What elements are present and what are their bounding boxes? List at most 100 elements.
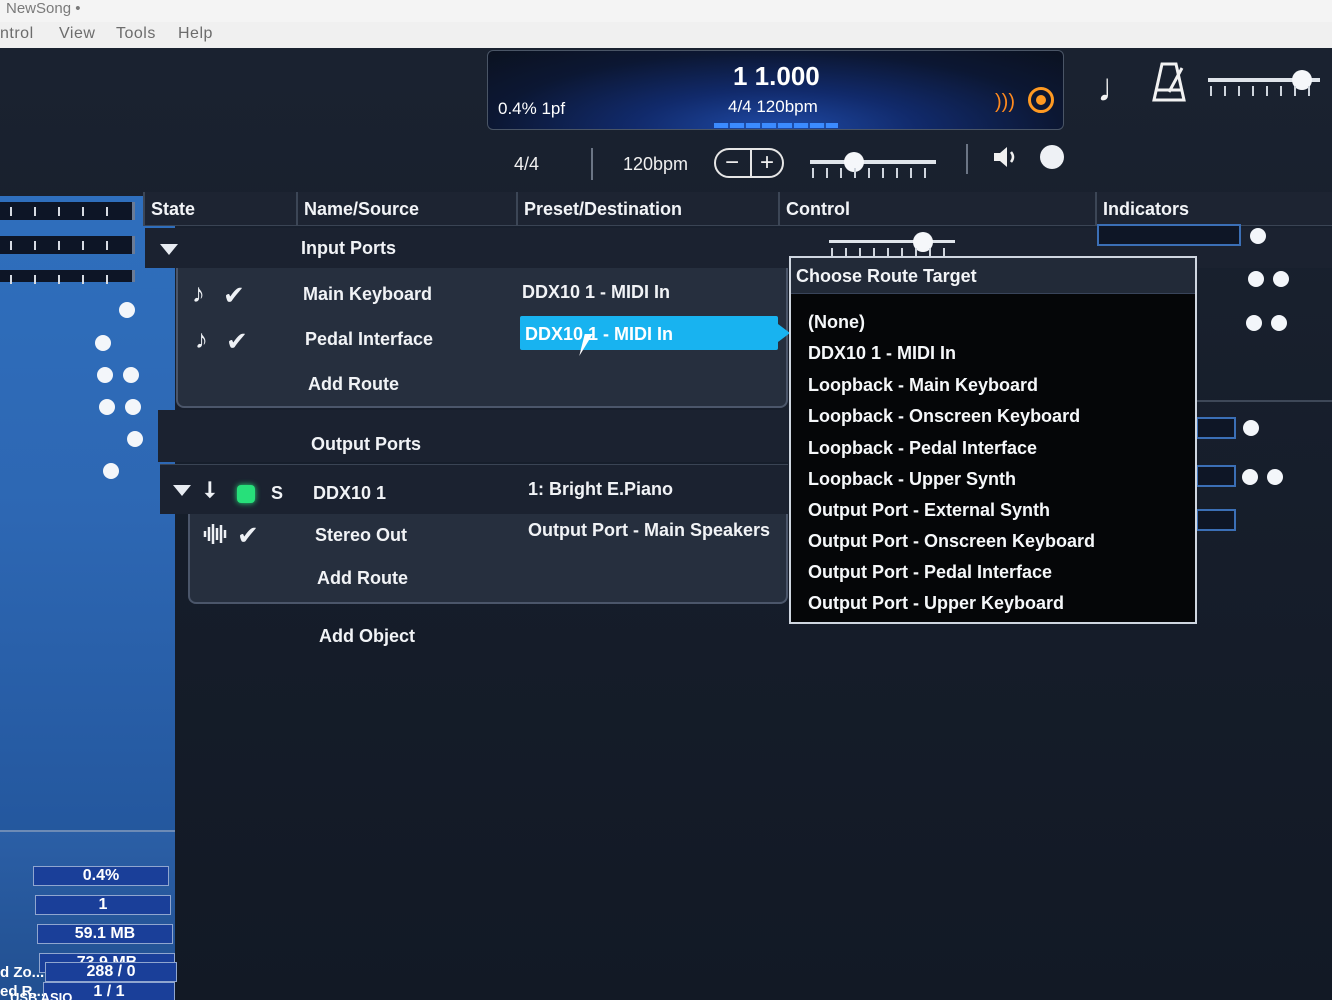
master-volume-slider[interactable] [1208, 70, 1320, 90]
note-icon[interactable]: ♩ [1097, 66, 1137, 111]
header-state[interactable]: State [143, 192, 296, 226]
output-ports-section[interactable]: Output Ports [158, 410, 788, 462]
indicator-dot [1248, 271, 1264, 287]
indicator-dot [1246, 315, 1262, 331]
header-indicators[interactable]: Indicators [1095, 192, 1332, 226]
input-ports-label: Input Ports [301, 238, 396, 258]
level-meter [0, 202, 135, 220]
popup-option-output-external-synth[interactable]: Output Port - External Synth [808, 500, 1050, 521]
device-label: USB ASIO [10, 990, 73, 1000]
separator [966, 144, 968, 174]
stat-zones: 288 / 0 [45, 962, 177, 982]
speaker-icon-shape [994, 147, 1015, 167]
collapse-caret-icon[interactable] [160, 244, 178, 255]
enabled-check-icon[interactable]: ✔ [237, 520, 259, 551]
left-panel: 0.4% 1 59.1 MB 73.9 MB ed R... 1 / 1 [0, 196, 175, 1000]
popup-option-loopback-upper-synth[interactable]: Loopback - Upper Synth [808, 469, 1016, 490]
header-preset-destination[interactable]: Preset/Destination [516, 192, 778, 226]
song-position: 1 1.000 [733, 61, 820, 91]
popup-option-ddx10-midi-in[interactable]: DDX10 1 - MIDI In [808, 343, 956, 364]
active-indicator-icon[interactable] [237, 485, 255, 503]
pan-dial[interactable] [1040, 145, 1064, 169]
audio-waveform-icon [203, 522, 229, 552]
add-route-input-button[interactable]: Add Route [308, 374, 399, 395]
enabled-check-icon[interactable]: ✔ [223, 280, 245, 311]
expand-caret-icon[interactable] [173, 485, 191, 496]
tempo-slider-ticks [812, 168, 934, 178]
route-source-stereo-out[interactable]: Stereo Out [315, 525, 407, 546]
tempo-stepper[interactable]: − + [714, 148, 784, 178]
indicator-dot [123, 367, 139, 383]
indicator-dot [1243, 420, 1259, 436]
app-body: 1 1.000 0.4% 1pf 4/4 120bpm ))) ♩ 4/4 12… [0, 48, 1332, 1000]
midi-note-icon: ♪ [195, 324, 208, 354]
route-dest-pedal-interface[interactable]: DDX10 1 - MIDI In [525, 324, 673, 345]
speaker-icon[interactable] [992, 144, 1020, 177]
indicator-dot [1271, 315, 1287, 331]
object-name[interactable]: DDX10 1 [313, 483, 386, 504]
popup-option-output-upper-keyboard[interactable]: Output Port - Upper Keyboard [808, 593, 1064, 614]
object-preset[interactable]: 1: Bright E.Piano [528, 479, 673, 500]
add-object-button[interactable]: Add Object [319, 626, 415, 647]
beat-progress-bar [714, 123, 838, 128]
tempo-decrease-button[interactable]: − [725, 150, 739, 176]
output-ports-label: Output Ports [311, 434, 421, 454]
popup-option-output-onscreen-keyboard[interactable]: Output Port - Onscreen Keyboard [808, 531, 1095, 552]
popup-option-output-pedal-interface[interactable]: Output Port - Pedal Interface [808, 562, 1052, 583]
menu-bar: ntrol View Tools Help [0, 22, 1332, 48]
title-bar: NewSong • [0, 0, 1332, 22]
stat-memory-1: 59.1 MB [37, 924, 173, 944]
indicator-dot [119, 302, 135, 318]
menu-view[interactable]: View [59, 25, 95, 43]
indicator-dot [1267, 469, 1283, 485]
stat-count: 1 [35, 895, 171, 915]
indicator-dot [1273, 271, 1289, 287]
object-row-ddx10[interactable]: ⭣ S DDX10 1 1: Bright E.Piano [160, 464, 788, 514]
route-dest-stereo-out[interactable]: Output Port - Main Speakers [528, 520, 770, 541]
arrow-down-icon[interactable]: ⭣ [205, 477, 215, 503]
input-level-ticks [831, 248, 951, 256]
level-meter [0, 270, 135, 284]
input-indicator-meter [1097, 224, 1241, 246]
popup-option-loopback-main-keyboard[interactable]: Loopback - Main Keyboard [808, 375, 1038, 396]
route-dest-main-keyboard[interactable]: DDX10 1 - MIDI In [522, 282, 670, 303]
popup-option-loopback-pedal-interface[interactable]: Loopback - Pedal Interface [808, 438, 1037, 459]
route-source-main-keyboard[interactable]: Main Keyboard [303, 284, 432, 305]
tempo-slider[interactable] [810, 152, 936, 172]
menu-tools[interactable]: Tools [116, 25, 156, 43]
popup-title: Choose Route Target [791, 258, 1195, 294]
window-title: NewSong • [6, 0, 81, 17]
route-source-pedal-interface[interactable]: Pedal Interface [305, 329, 433, 350]
stepper-divider [750, 150, 752, 176]
metronome-icon[interactable] [1152, 62, 1186, 111]
header-name-source[interactable]: Name/Source [296, 192, 516, 226]
add-route-output-button[interactable]: Add Route [317, 568, 408, 589]
header-control[interactable]: Control [778, 192, 1095, 226]
indicator-dot [1250, 228, 1266, 244]
indicator-dot [125, 399, 141, 415]
menu-control[interactable]: ntrol [0, 25, 34, 43]
enabled-check-icon[interactable]: ✔ [226, 326, 248, 357]
time-signature[interactable]: 4/4 [514, 154, 539, 175]
popup-option-none[interactable]: (None) [808, 312, 865, 333]
stat-cpu: 0.4% [33, 866, 169, 886]
tempo-value[interactable]: 120bpm [623, 154, 688, 175]
route-target-popup[interactable]: Choose Route Target (None) DDX10 1 - MID… [789, 256, 1197, 624]
level-meter [0, 236, 135, 254]
indicator-dot [103, 463, 119, 479]
indicator-dot [99, 399, 115, 415]
tempo-increase-button[interactable]: + [760, 150, 774, 176]
rss-icon[interactable]: ))) [995, 91, 1015, 114]
solo-button[interactable]: S [271, 483, 283, 504]
route-dest-selected[interactable]: DDX10 1 - MIDI In [520, 316, 790, 350]
record-icon[interactable] [1028, 87, 1054, 113]
object-indicator-meter [1196, 465, 1236, 487]
midi-note-icon: ♪ [192, 278, 205, 308]
transport-display[interactable]: 1 1.000 0.4% 1pf 4/4 120bpm ))) [487, 50, 1064, 130]
menu-help[interactable]: Help [178, 25, 213, 43]
separator [591, 148, 593, 180]
input-level-slider[interactable] [829, 232, 955, 252]
audio-waveform-icon-shape [203, 524, 227, 544]
indicator-dot [127, 431, 143, 447]
popup-option-loopback-onscreen-keyboard[interactable]: Loopback - Onscreen Keyboard [808, 406, 1080, 427]
